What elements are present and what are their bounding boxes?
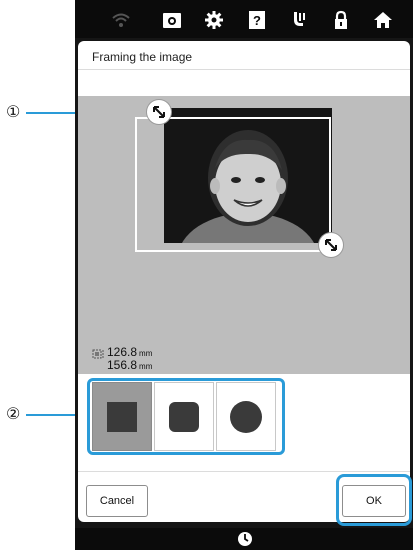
camera-icon[interactable] — [161, 9, 183, 31]
wifi-icon[interactable] — [110, 9, 132, 31]
shape-circle-button[interactable] — [216, 382, 276, 451]
ok-button[interactable]: OK — [342, 485, 406, 517]
bottom-bar — [75, 528, 413, 550]
rounded-square-shape-icon — [169, 401, 199, 432]
clock-icon[interactable] — [237, 531, 253, 550]
diagonal-arrow-icon — [153, 106, 165, 118]
gear-icon[interactable] — [203, 9, 225, 31]
framing-dialog: Framing the image 126.8 mm 156.8 mm Canc… — [78, 41, 410, 522]
frame-size-icon — [92, 348, 104, 366]
diagonal-arrow-icon — [325, 239, 337, 251]
lock-icon[interactable] — [330, 9, 352, 31]
circle-shape-icon — [230, 400, 262, 433]
top-toolbar: ? — [75, 0, 413, 38]
callout-2: ② — [6, 406, 21, 423]
svg-text:?: ? — [253, 13, 261, 28]
shape-rounded-square-button[interactable] — [154, 382, 214, 451]
help-icon[interactable]: ? — [246, 9, 268, 31]
photo-image — [164, 108, 332, 243]
divider — [78, 69, 410, 70]
shape-square-button[interactable] — [92, 382, 152, 451]
needle-icon[interactable] — [288, 9, 310, 31]
frame-height: 156.8 mm — [107, 358, 153, 372]
cancel-button[interactable]: Cancel — [86, 485, 148, 517]
resize-handle-top-left[interactable] — [147, 100, 171, 124]
image-preview-area — [78, 96, 410, 374]
home-icon[interactable] — [372, 9, 394, 31]
callout-1: ① — [6, 104, 21, 121]
canvas: ① ② ? Framing the image 126.8 mm 156.8 m… — [0, 0, 413, 550]
resize-handle-bottom-right[interactable] — [319, 233, 343, 257]
dialog-title: Framing the image — [92, 50, 193, 64]
frame-size-readout: 126.8 mm 156.8 mm — [107, 346, 152, 372]
square-shape-icon — [107, 401, 137, 432]
divider — [78, 471, 410, 472]
